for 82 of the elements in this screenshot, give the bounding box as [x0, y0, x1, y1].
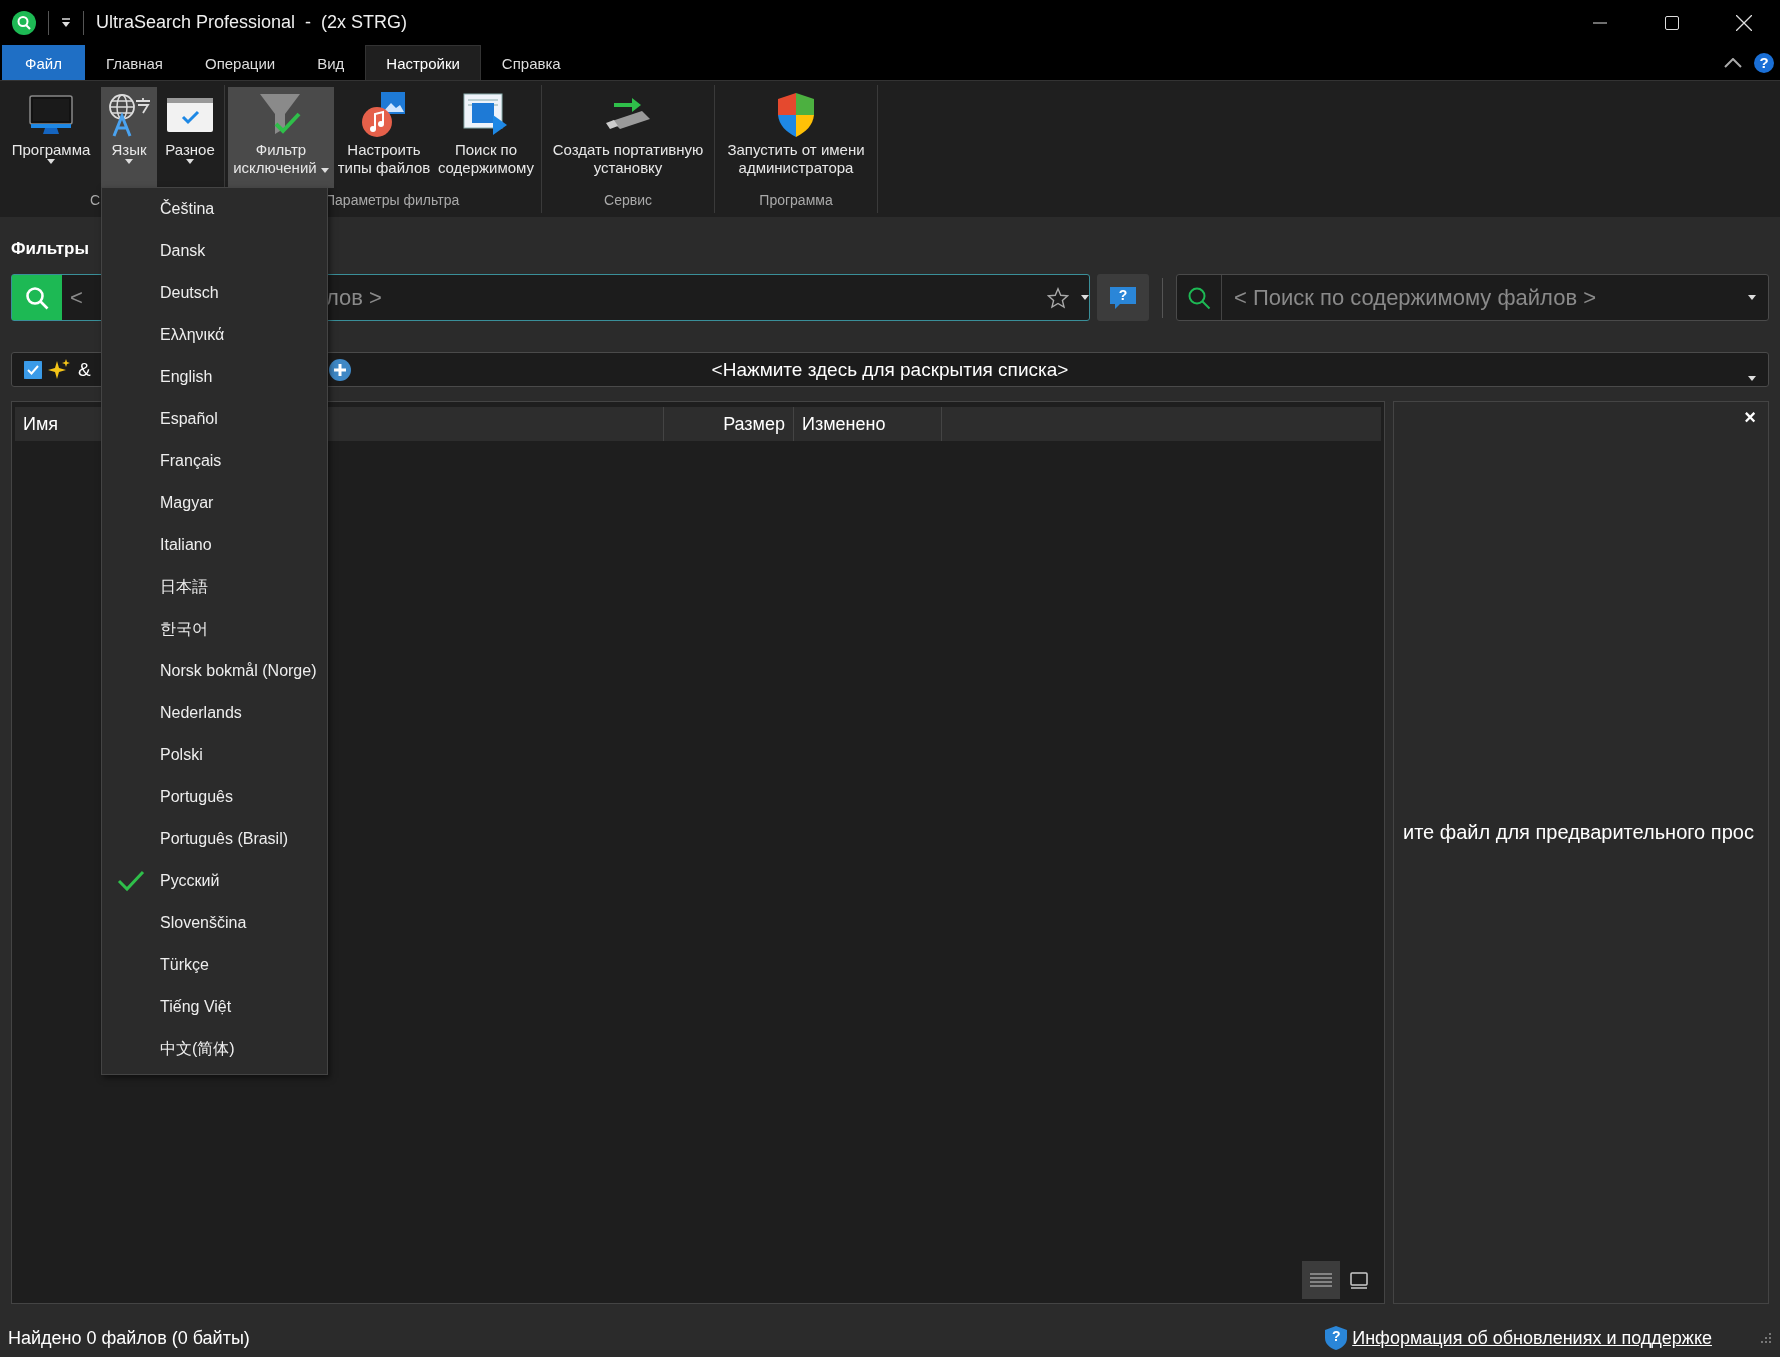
globe-language-icon: [106, 93, 152, 137]
ribbon-group-label: Сервис: [604, 192, 652, 208]
caret-icon: [47, 159, 55, 164]
quick-access-dropdown-icon[interactable]: [61, 18, 71, 27]
list-view-button[interactable]: [1302, 1261, 1340, 1299]
ribbon-button[interactable]: Настроить типы файлов: [336, 87, 432, 188]
language-menu-item[interactable]: Tiếng Việt: [102, 986, 327, 1028]
ribbon-tab[interactable]: Справка: [480, 45, 582, 80]
help-search-button[interactable]: ?: [1097, 274, 1149, 321]
shield-icon: [1325, 1326, 1348, 1350]
ribbon-tab[interactable]: Настройки: [365, 45, 481, 80]
ribbon-button[interactable]: Разное: [159, 87, 221, 188]
language-menu-item[interactable]: Nederlands: [102, 692, 327, 734]
filters-label: Фильтры: [11, 239, 89, 260]
language-menu-item[interactable]: Deutsch: [102, 272, 327, 314]
checkmark-icon: [117, 870, 145, 892]
resize-grip-icon[interactable]: [1760, 1332, 1772, 1344]
language-menu-item[interactable]: Português (Brasil): [102, 818, 327, 860]
checkbox[interactable]: [24, 360, 42, 379]
app-logo-icon[interactable]: [12, 10, 36, 35]
language-menu-item[interactable]: Polski: [102, 734, 327, 776]
help-button[interactable]: ?: [1754, 52, 1774, 73]
ribbon-tab[interactable]: Файл: [2, 45, 85, 80]
status-text: Найдено 0 файлов (0 байты): [8, 1327, 250, 1349]
column-header[interactable]: Размер: [664, 407, 794, 441]
speech-bubble-icon: [1110, 286, 1136, 309]
ribbon-button[interactable]: Запустить от имени администратора: [718, 87, 874, 188]
language-menu-item[interactable]: Čeština: [102, 188, 327, 230]
ribbon-group-label: Параметры фильтра: [325, 192, 460, 208]
language-menu-item[interactable]: Slovenščina: [102, 902, 327, 944]
ribbon-button[interactable]: Фильтр исключений: [228, 87, 334, 188]
window-title: UltraSearch Professional - (2x STRG): [96, 12, 408, 33]
ribbon-tab[interactable]: Главная: [84, 45, 184, 80]
close-icon[interactable]: [1736, 14, 1752, 31]
dropdown-arrow-icon: [1748, 376, 1756, 381]
language-menu-item[interactable]: Italiano: [102, 524, 327, 566]
search-icon: [1187, 285, 1211, 310]
close-preview-button[interactable]: ×: [1744, 406, 1756, 429]
language-menu-item[interactable]: 中文(简体): [102, 1028, 327, 1070]
minimize-icon[interactable]: [1593, 21, 1607, 24]
shield-icon: [776, 92, 816, 138]
dropdown-arrow-icon: [1748, 295, 1756, 300]
caret-icon: [125, 159, 133, 164]
ribbon-tab[interactable]: Вид: [296, 45, 366, 80]
language-menu-item[interactable]: Magyar: [102, 482, 327, 524]
ribbon-button[interactable]: Создать портативную установку: [545, 87, 711, 188]
maximize-icon[interactable]: [1665, 15, 1679, 30]
ribbon-button[interactable]: Поиск по содержимому: [434, 87, 538, 188]
operator-label: &: [78, 358, 91, 381]
ribbon-group-label: С: [90, 192, 101, 208]
question-mark: ?: [1118, 287, 1128, 303]
language-menu-item[interactable]: Русский: [102, 860, 327, 902]
language-menu-item[interactable]: 日本語: [102, 566, 327, 608]
star-icon[interactable]: [1047, 286, 1069, 309]
search-icon: [25, 285, 49, 310]
content-search-field[interactable]: < Поиск по содержимому файлов >: [1176, 274, 1769, 321]
question-mark: ?: [1331, 1329, 1341, 1344]
language-menu-item[interactable]: Dansk: [102, 230, 327, 272]
caret-icon: [320, 168, 329, 173]
window-icon: [1350, 1271, 1368, 1289]
language-menu-item[interactable]: 한국어: [102, 608, 327, 650]
collapse-ribbon-icon[interactable]: [1724, 57, 1742, 68]
updates-support-link[interactable]: Информация об обновлениях и поддержке: [1352, 1327, 1712, 1349]
language-menu-item[interactable]: Norsk bokmål (Norge): [102, 650, 327, 692]
language-menu-item[interactable]: Português: [102, 776, 327, 818]
ribbon-group-label: Программа: [759, 192, 833, 208]
document-play-icon: [463, 93, 509, 137]
preview-message: ите файл для предварительного прос: [1403, 821, 1754, 844]
expand-list-prompt: <Нажмите здесь для раскрытия списка>: [711, 358, 1069, 381]
ribbon-button[interactable]: Программа: [3, 87, 99, 188]
caret-icon: [186, 159, 194, 164]
monitor-icon: [29, 95, 73, 135]
list-lines-icon: [1310, 1273, 1332, 1287]
music-image-icon: [361, 92, 407, 138]
checkbox-window-icon: [167, 98, 213, 132]
language-menu-item[interactable]: Türkçe: [102, 944, 327, 986]
add-icon[interactable]: [329, 358, 351, 381]
language-menu-item[interactable]: Français: [102, 440, 327, 482]
column-header[interactable]: Изменено: [794, 407, 942, 441]
dropdown-arrow-icon: [1081, 295, 1089, 300]
ribbon-tab[interactable]: Операции: [184, 45, 297, 80]
ribbon-button[interactable]: Язык: [101, 87, 157, 188]
